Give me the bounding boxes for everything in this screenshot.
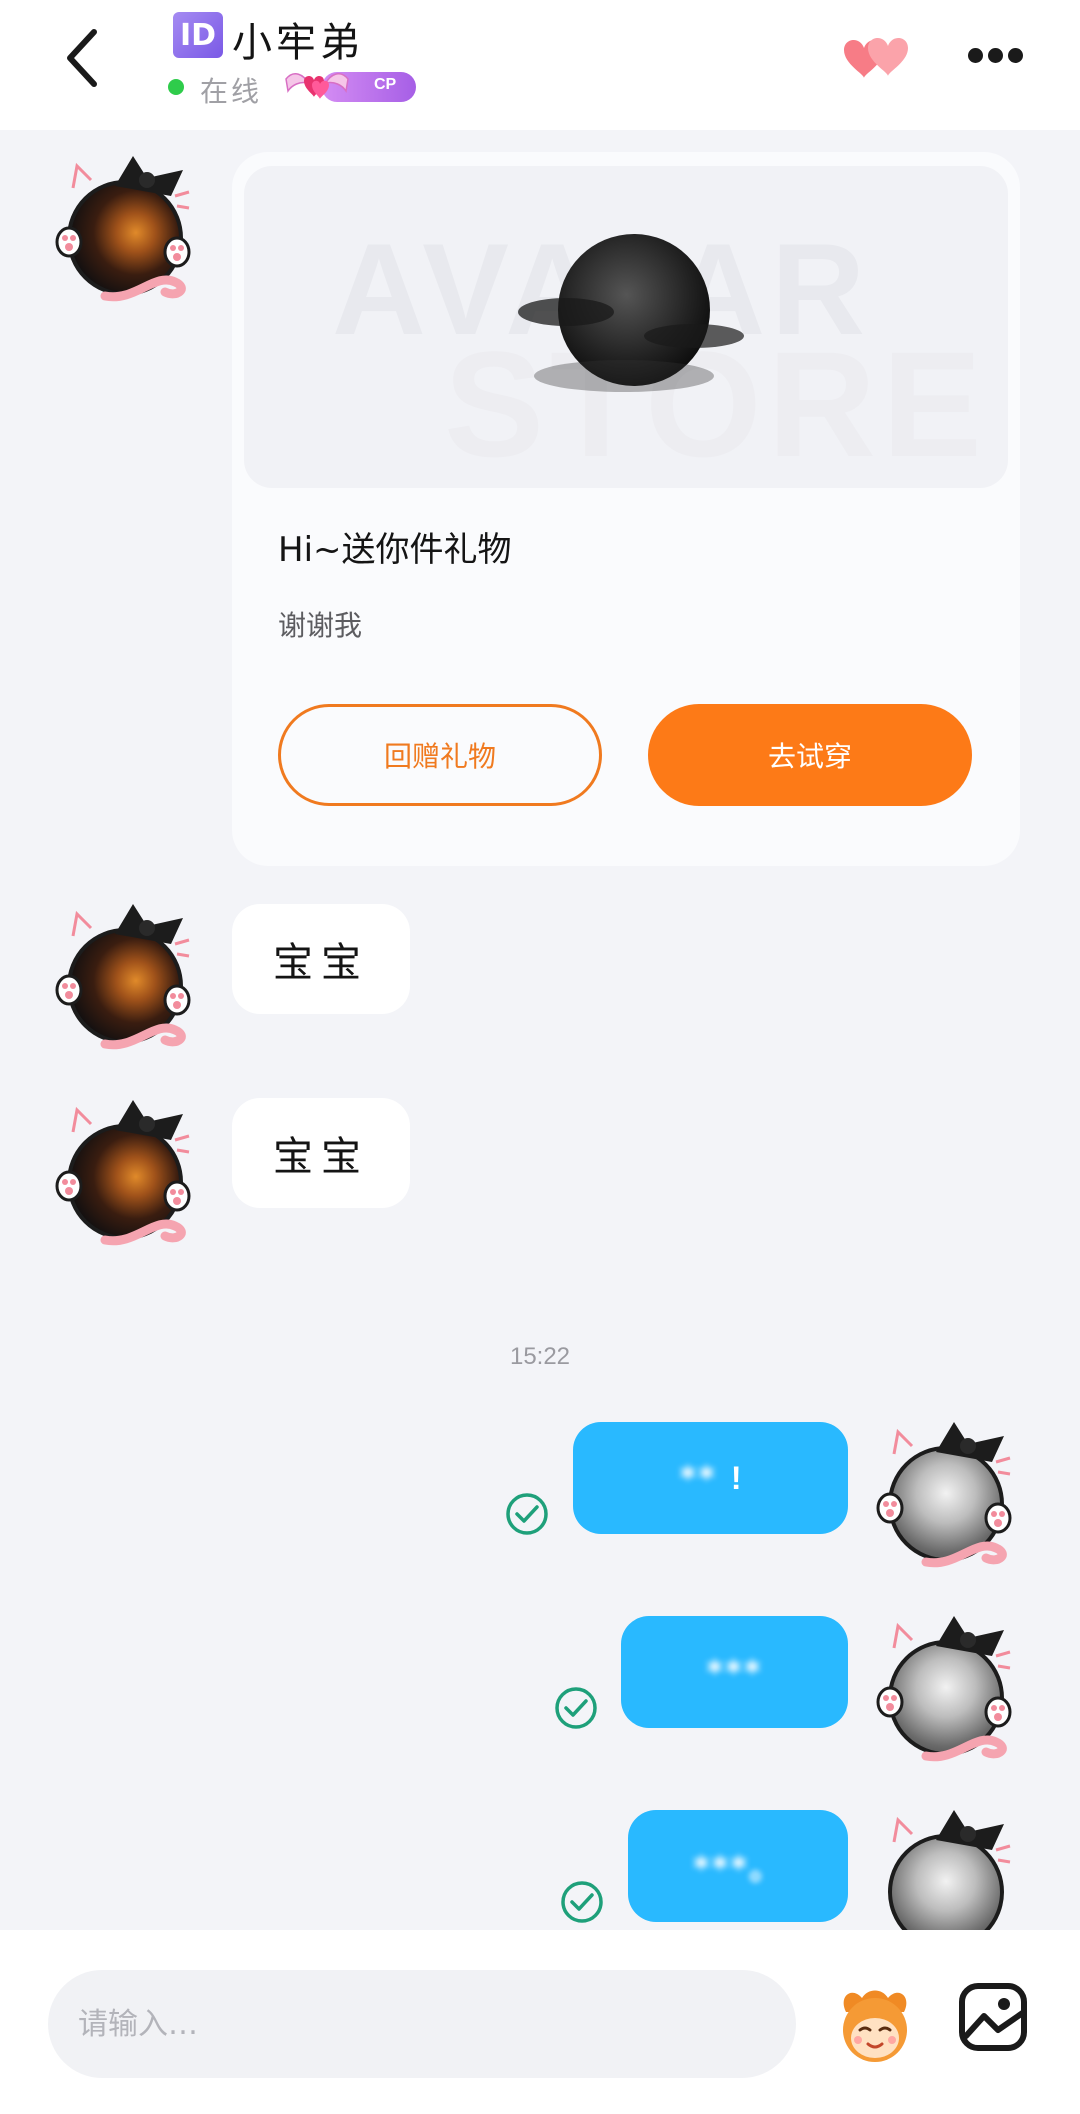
gift-subtitle: 谢谢我 [278,609,363,642]
contact-nickname[interactable]: 小牢弟 [232,10,364,66]
return-gift-button[interactable]: 回赠礼物 [278,704,602,806]
gift-title: Hi~送你件礼物 [278,530,512,570]
incoming-message-bubble[interactable]: 宝宝 [232,904,410,1014]
gift-image: AVATAR STORE [244,166,1008,488]
id-badge-icon: ID [173,12,223,58]
contact-avatar[interactable] [55,900,195,1050]
outgoing-message-bubble[interactable]: ***。 [628,1810,848,1922]
dot [988,48,1003,63]
my-avatar[interactable] [876,1612,1016,1762]
contact-avatar[interactable] [55,1096,195,1246]
back-arrow-icon[interactable] [58,26,108,90]
cat-frame-icon [876,1616,1012,1762]
more-dots-icon[interactable] [968,48,1024,64]
cat-frame-icon [55,904,191,1050]
cp-label: CP [374,76,397,93]
chat-header: ID 小牢弟 在线 CP [0,0,1080,130]
online-status-dot [168,79,184,95]
emoji-mascot-icon[interactable] [832,1982,918,2068]
sent-check-icon [506,1493,548,1535]
message-input[interactable] [48,1970,796,2078]
my-avatar[interactable] [876,1418,1016,1568]
hearts-icon[interactable] [838,30,914,82]
sent-check-icon [555,1687,597,1729]
message-text-suffix: ! [730,1459,742,1496]
cat-frame-icon [55,156,191,302]
dot [1008,48,1023,63]
message-composer [0,1930,1080,2114]
try-on-button[interactable]: 去试穿 [648,704,972,806]
message-text-blurred: *** [706,1653,763,1691]
winged-hearts-icon [285,73,349,99]
dot [968,48,983,63]
message-text-blurred: ***。 [692,1849,784,1887]
cp-badge-icon[interactable]: CP [282,65,416,109]
sent-check-icon [561,1881,603,1923]
cat-frame-icon [876,1422,1012,1568]
cat-frame-icon [55,1100,191,1246]
message-text-blurred: ** [679,1459,717,1497]
image-icon[interactable] [958,1982,1028,2052]
incoming-message-bubble[interactable]: 宝宝 [232,1098,410,1208]
dark-moon-icon [518,234,744,392]
gift-card[interactable]: AVATAR STORE Hi~送你件礼物 谢谢我 回赠礼物 去试穿 [232,152,1020,866]
online-status-text: 在线 [200,75,263,108]
contact-avatar[interactable] [55,152,195,302]
outgoing-message-bubble[interactable]: ** ! [573,1422,848,1534]
message-timestamp: 15:22 [509,1343,571,1370]
outgoing-message-bubble[interactable]: *** [621,1616,848,1728]
